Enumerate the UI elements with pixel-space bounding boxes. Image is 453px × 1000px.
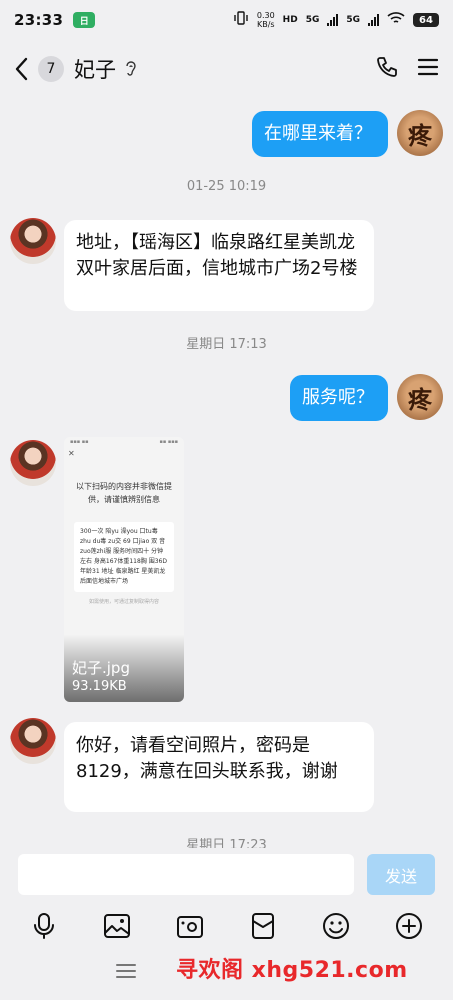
watermark: 寻欢阁 xhg521.com bbox=[176, 958, 408, 983]
battery-icon: 64 bbox=[413, 13, 439, 27]
avatar[interactable]: 疼 bbox=[397, 110, 443, 156]
net-speed-unit: KB/s bbox=[256, 20, 275, 29]
image-inner-card: 300一次 陪yu 澡you 口tu毒 zhu du毒 zu交 69 口jiao… bbox=[74, 522, 174, 592]
image-file-name: 妃子.jpg bbox=[72, 659, 130, 677]
message-bubble-outgoing[interactable]: 服务呢？ bbox=[290, 375, 388, 421]
emoji-icon[interactable] bbox=[320, 910, 352, 942]
avatar-char: 疼 bbox=[408, 120, 432, 150]
hamburger-icon[interactable] bbox=[115, 962, 137, 980]
image-message[interactable]: ▪▪▪ ▪▪ ▪▪ ▪▪▪ ✕ 以下扫码的内容并非微信提供，请谨慎辨别信息 300… bbox=[64, 437, 184, 702]
wifi-icon bbox=[387, 11, 405, 29]
avatar[interactable] bbox=[10, 218, 56, 264]
chat-title: 妃子 bbox=[74, 58, 116, 82]
message-bubble-incoming[interactable]: 地址，【瑶海区】临泉路红星美凯龙双叶家居后面，信地城市广场2号楼 bbox=[64, 220, 374, 311]
image-icon[interactable] bbox=[101, 910, 133, 942]
red-envelope-icon[interactable] bbox=[247, 910, 279, 942]
input-toolbar bbox=[0, 908, 453, 944]
image-inner-statusbar: ▪▪▪ ▪▪ ▪▪ ▪▪▪ bbox=[70, 439, 178, 445]
plus-icon[interactable] bbox=[393, 910, 425, 942]
back-icon[interactable] bbox=[14, 55, 34, 83]
sim1-label: 5G bbox=[305, 15, 320, 25]
time-divider: 星期日 17:13 bbox=[186, 337, 267, 352]
hd-label: HD bbox=[282, 15, 298, 25]
signal-icon bbox=[327, 14, 339, 26]
input-area: 发送 寻欢阁 xhg521.com bbox=[0, 848, 453, 1000]
status-bar: 23:33 日 0.30 KB/s HD 5G 5G 64 bbox=[0, 0, 453, 40]
header-actions bbox=[375, 55, 439, 83]
chat-header: 7 妃子 bbox=[0, 40, 453, 98]
send-button[interactable]: 发送 bbox=[367, 854, 435, 895]
menu-icon[interactable] bbox=[417, 57, 439, 81]
status-indicators: 0.30 KB/s HD 5G 5G 64 bbox=[233, 11, 439, 29]
phone-icon[interactable] bbox=[375, 55, 399, 83]
app-notification-icon: 日 bbox=[73, 12, 96, 28]
net-speed-value: 0.30 bbox=[256, 11, 275, 20]
signal2-icon bbox=[368, 14, 379, 26]
status-time: 23:33 bbox=[14, 11, 64, 29]
avatar[interactable] bbox=[10, 718, 56, 764]
microphone-icon[interactable] bbox=[28, 910, 60, 942]
sim2-label: 5G bbox=[346, 15, 360, 25]
time-divider: 01-25 10:19 bbox=[186, 179, 267, 194]
message-bubble-incoming[interactable]: 你好，请看空间照片，密码是8129，满意在回头联系我，谢谢 bbox=[64, 722, 374, 812]
avatar[interactable]: 疼 bbox=[397, 374, 443, 420]
message-bubble-outgoing[interactable]: 在哪里来着？ bbox=[252, 111, 388, 157]
image-inner-warning: 以下扫码的内容并非微信提供，请谨慎辨别信息 bbox=[76, 482, 172, 504]
net-speed: 0.30 KB/s bbox=[257, 11, 275, 29]
image-inner-footer: 如需使用，可通过复制取得内容 bbox=[88, 599, 159, 605]
message-input[interactable] bbox=[18, 854, 354, 895]
unread-count-badge[interactable]: 7 bbox=[38, 56, 64, 82]
camera-icon[interactable] bbox=[174, 910, 206, 942]
image-file-size: 93.19KB bbox=[72, 679, 127, 694]
avatar-char: 疼 bbox=[408, 384, 432, 414]
image-inner-close-icon: ✕ bbox=[68, 449, 75, 458]
avatar[interactable] bbox=[10, 440, 56, 486]
vibrate-icon bbox=[233, 11, 249, 29]
ear-icon bbox=[124, 59, 140, 79]
